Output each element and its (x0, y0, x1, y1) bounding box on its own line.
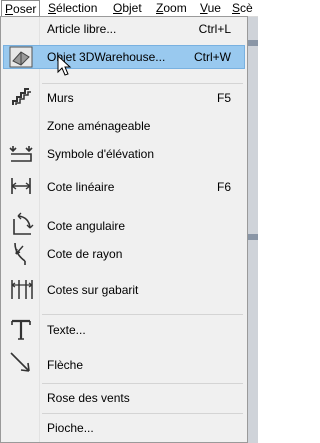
menu-item-article-libre[interactable]: Article libre... Ctrl+L (3, 18, 245, 40)
menu-item-label: Symbole d'élévation (47, 147, 155, 161)
menu-item-cotes-sur-gabarit[interactable]: Cotes sur gabarit (3, 279, 245, 301)
menu-item-label: Murs (47, 91, 74, 105)
menu-item-cote-angulaire[interactable]: Cote angulaire (3, 212, 245, 237)
menu-item-label: Article libre... (47, 22, 117, 36)
menu-item-rose-des-vents[interactable]: Rose des vents (3, 387, 245, 409)
menu-item-symbole-elevation[interactable]: Symbole d'élévation (3, 143, 245, 165)
background-window-edge (248, 17, 258, 443)
menu-scene-rest: cè (240, 1, 253, 15)
menu-objet-rest: bjet (122, 1, 142, 15)
menu-item-murs[interactable]: Murs F5 (3, 87, 245, 109)
menu-vue[interactable]: Vue (197, 0, 224, 16)
menu-item-zone-amenageable[interactable]: Zone aménageable (3, 115, 245, 137)
menu-selection-rest: élection (56, 1, 98, 15)
menu-item-label: Texte... (47, 323, 86, 337)
background-notch (248, 234, 258, 240)
text-icon (11, 319, 31, 340)
menu-poser[interactable]: Poser (1, 0, 41, 16)
menu-item-label: Rose des vents (47, 391, 130, 405)
menu-item-label: Cote de rayon (47, 247, 123, 261)
menu-item-label: Zone aménageable (47, 119, 151, 133)
menu-item-shortcut: F5 (216, 91, 231, 105)
menu-separator (42, 83, 243, 84)
menu-separator (42, 314, 243, 315)
menu-zoom-rest: oom (163, 1, 187, 15)
mouse-cursor-icon (57, 55, 72, 76)
poser-dropdown-menu: Article libre... Ctrl+L Objet 3DWarehous… (0, 16, 248, 443)
menu-item-label: Flèche (47, 358, 84, 372)
arrow-icon (10, 352, 30, 372)
elevation-symbol-icon (9, 146, 33, 162)
wall-icon (12, 88, 31, 105)
menu-item-cote-lineaire[interactable]: Cote linéaire F6 (3, 176, 245, 198)
menu-item-shortcut: F6 (216, 180, 231, 194)
menu-bar: Poser Sélection Objet Zoom Vue Scè (0, 0, 258, 17)
menu-zoom[interactable]: Zoom (153, 0, 190, 16)
menu-separator (42, 383, 243, 384)
3d-warehouse-icon (9, 46, 33, 68)
menu-vue-accel: V (200, 1, 208, 15)
menu-objet-accel: O (113, 1, 123, 15)
menu-scene[interactable]: Scè (229, 0, 256, 16)
menu-item-shortcut: Ctrl+L (198, 22, 231, 36)
menu-item-texte[interactable]: Texte... (3, 319, 245, 341)
radius-dimension-icon (14, 242, 26, 265)
menu-selection[interactable]: Sélection (45, 0, 100, 16)
menu-item-cote-de-rayon[interactable]: Cote de rayon (3, 242, 245, 265)
menu-item-objet-3dwarehouse[interactable]: Objet 3DWarehouse... Ctrl+W (3, 45, 245, 69)
menu-scene-accel: S (232, 1, 241, 15)
background-notch (248, 40, 258, 46)
menu-vue-rest: ue (207, 1, 221, 15)
menu-objet[interactable]: Objet (110, 0, 145, 16)
menu-poser-rest: oser (13, 2, 37, 16)
menu-item-label: Cotes sur gabarit (47, 283, 139, 297)
menu-item-shortcut: Ctrl+W (194, 50, 231, 64)
menu-selection-accel: S (48, 1, 57, 15)
menu-item-fleche[interactable]: Flèche (3, 352, 245, 376)
linear-dimension-icon (11, 178, 31, 194)
template-dimensions-icon (11, 280, 33, 299)
menu-item-label: Pioche... (47, 421, 94, 435)
menu-item-pioche[interactable]: Pioche... (3, 417, 245, 439)
angular-dimension-icon (13, 212, 34, 235)
menu-item-label: Cote linéaire (47, 180, 115, 194)
menu-poser-accel: P (5, 2, 14, 16)
menu-separator (42, 413, 243, 414)
menu-item-label: Cote angulaire (47, 219, 126, 233)
